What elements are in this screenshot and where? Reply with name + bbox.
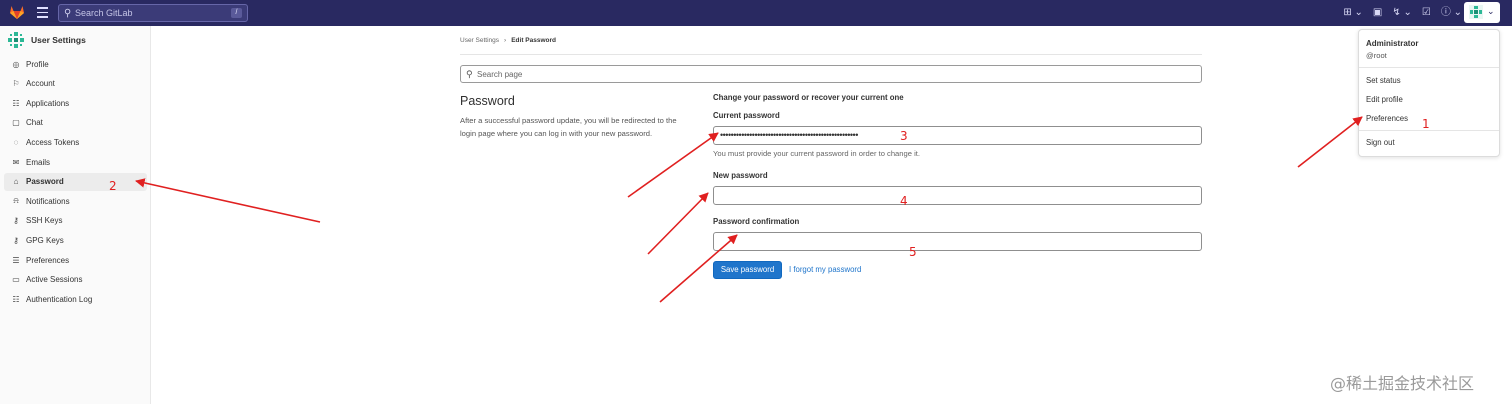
- sidebar-item-chat[interactable]: ▢ Chat: [4, 114, 147, 132]
- current-password-label: Current password: [713, 111, 780, 120]
- arrow-4: [647, 192, 709, 255]
- email-icon: ✉: [12, 157, 20, 167]
- user-dropdown-menu: Administrator @root Set status Edit prof…: [1358, 29, 1500, 157]
- menu-icon[interactable]: [37, 7, 48, 18]
- sidebar-item-label: GPG Keys: [26, 235, 64, 245]
- todo-icon[interactable]: ☑: [1422, 5, 1431, 20]
- sidebar-title: User Settings: [31, 35, 86, 45]
- dropdown-username[interactable]: @root: [1366, 51, 1387, 60]
- sidebar-item-label: Account: [26, 79, 55, 89]
- sidebar-item-label: Password: [26, 177, 64, 187]
- top-navbar: ⚲ Search GitLab / ⊞ ⌄ ▣ ↯ ⌄ ☑ ⓘ ⌄ ⌄: [0, 0, 1512, 26]
- sidebar-item-account[interactable]: ⚐ Account: [4, 75, 147, 93]
- sidebar-item-label: Authentication Log: [26, 294, 93, 304]
- sidebar-item-applications[interactable]: ☷ Applications: [4, 94, 147, 112]
- applications-icon: ☷: [12, 98, 20, 108]
- sidebar-item-notifications[interactable]: ⍾ Notifications: [4, 192, 147, 210]
- sidebar-item-label: Preferences: [26, 255, 70, 265]
- chevron-down-icon: ⌄: [1487, 6, 1495, 16]
- arrow-1: [1297, 116, 1363, 168]
- sidebar-item-label: Access Tokens: [26, 137, 80, 147]
- sidebar-item-label: Notifications: [26, 196, 70, 206]
- sidebar-item-label: Profile: [26, 59, 49, 69]
- bell-icon: ⍾: [13, 196, 19, 206]
- key-icon: ⚷: [13, 216, 19, 226]
- password-confirmation-label: Password confirmation: [713, 217, 800, 226]
- divider: [460, 54, 1202, 55]
- forgot-password-link[interactable]: I forgot my password: [789, 265, 861, 274]
- annotation-number-3: 3: [900, 129, 908, 143]
- log-icon: ☷: [12, 294, 20, 304]
- breadcrumb: User Settings › Edit Password: [460, 37, 556, 44]
- sidebar-item-emails[interactable]: ✉ Emails: [4, 153, 147, 171]
- breadcrumb-current: Edit Password: [511, 37, 556, 44]
- avatar: [1469, 5, 1483, 19]
- annotation-number-1: 1: [1422, 117, 1430, 131]
- search-shortcut-badge: /: [231, 8, 242, 18]
- new-password-label: New password: [713, 171, 768, 180]
- current-password-help: You must provide your current password i…: [713, 149, 920, 158]
- annotation-number-5: 5: [909, 245, 917, 259]
- sidebar-item-gpg-keys[interactable]: ⚷ GPG Keys: [4, 231, 147, 249]
- settings-sidebar: User Settings ◎ Profile ⚐ Account ☷ Applicati…: [0, 26, 151, 404]
- user-menu-button[interactable]: ⌄: [1464, 2, 1500, 23]
- monitor-icon: ▭: [12, 275, 20, 285]
- sidebar-item-authentication-log[interactable]: ☷ Authentication Log: [4, 290, 147, 308]
- global-search-input[interactable]: ⚲ Search GitLab /: [58, 4, 248, 22]
- sidebar-item-label: Active Sessions: [26, 275, 83, 285]
- new-password-field[interactable]: [713, 186, 1202, 205]
- sign-out-item[interactable]: Sign out: [1366, 138, 1395, 147]
- sidebar-item-access-tokens[interactable]: ◌ Access Tokens: [4, 133, 147, 151]
- preferences-icon: ☰: [12, 255, 20, 265]
- sidebar-item-profile[interactable]: ◎ Profile: [4, 55, 147, 73]
- sidebar-item-label: SSH Keys: [26, 216, 63, 226]
- issues-icon[interactable]: ▣: [1373, 5, 1382, 20]
- sidebar-item-active-sessions[interactable]: ▭ Active Sessions: [4, 271, 147, 289]
- divider: [1359, 67, 1499, 68]
- plus-icon[interactable]: ⊞ ⌄: [1343, 5, 1363, 20]
- preferences-item[interactable]: Preferences: [1366, 114, 1408, 123]
- arrow-2: [135, 178, 321, 223]
- key-icon: ⚷: [13, 235, 19, 245]
- current-password-field[interactable]: ••••••••••••••••••••••••••••••••••••••••…: [713, 126, 1202, 145]
- breadcrumb-parent[interactable]: User Settings: [460, 37, 499, 44]
- sidebar-item-label: Chat: [26, 118, 43, 128]
- sidebar-item-password[interactable]: ⌂ Password: [4, 172, 147, 191]
- lock-icon: ⌂: [13, 177, 19, 187]
- annotation-number-2: 2: [109, 179, 117, 193]
- account-icon: ⚐: [12, 79, 20, 89]
- dropdown-user-name[interactable]: Administrator: [1366, 39, 1418, 48]
- sidebar-header[interactable]: User Settings: [8, 32, 86, 48]
- section-title: Password: [460, 94, 515, 108]
- search-icon: ⚲: [64, 8, 72, 19]
- chat-icon: ▢: [12, 118, 20, 128]
- password-confirmation-field[interactable]: [713, 232, 1202, 251]
- arrow-3: [627, 132, 719, 198]
- profile-icon: ◎: [12, 59, 20, 69]
- avatar: [8, 32, 24, 48]
- sidebar-item-label: Applications: [26, 98, 70, 108]
- gitlab-logo-icon[interactable]: [9, 4, 25, 20]
- token-icon: ◌: [13, 137, 19, 147]
- edit-profile-item[interactable]: Edit profile: [1366, 95, 1403, 104]
- sidebar-item-ssh-keys[interactable]: ⚷ SSH Keys: [4, 212, 147, 230]
- breadcrumb-separator: ›: [504, 37, 507, 44]
- page-search-input[interactable]: ⚲ Search page: [460, 65, 1202, 83]
- sidebar-item-label: Emails: [26, 157, 51, 167]
- search-icon: ⚲: [466, 69, 473, 79]
- form-intro: Change your password or recover your cur…: [713, 93, 904, 102]
- section-description: After a successful password update, you …: [460, 116, 677, 138]
- help-icon[interactable]: ⓘ ⌄: [1441, 5, 1462, 20]
- annotation-number-4: 4: [900, 194, 908, 208]
- merge-request-icon[interactable]: ↯ ⌄: [1392, 5, 1412, 20]
- sidebar-item-preferences[interactable]: ☰ Preferences: [4, 251, 147, 269]
- save-password-button[interactable]: Save password: [713, 261, 782, 279]
- watermark: @稀土掘金技术社区: [1330, 374, 1475, 393]
- set-status-item[interactable]: Set status: [1366, 76, 1401, 85]
